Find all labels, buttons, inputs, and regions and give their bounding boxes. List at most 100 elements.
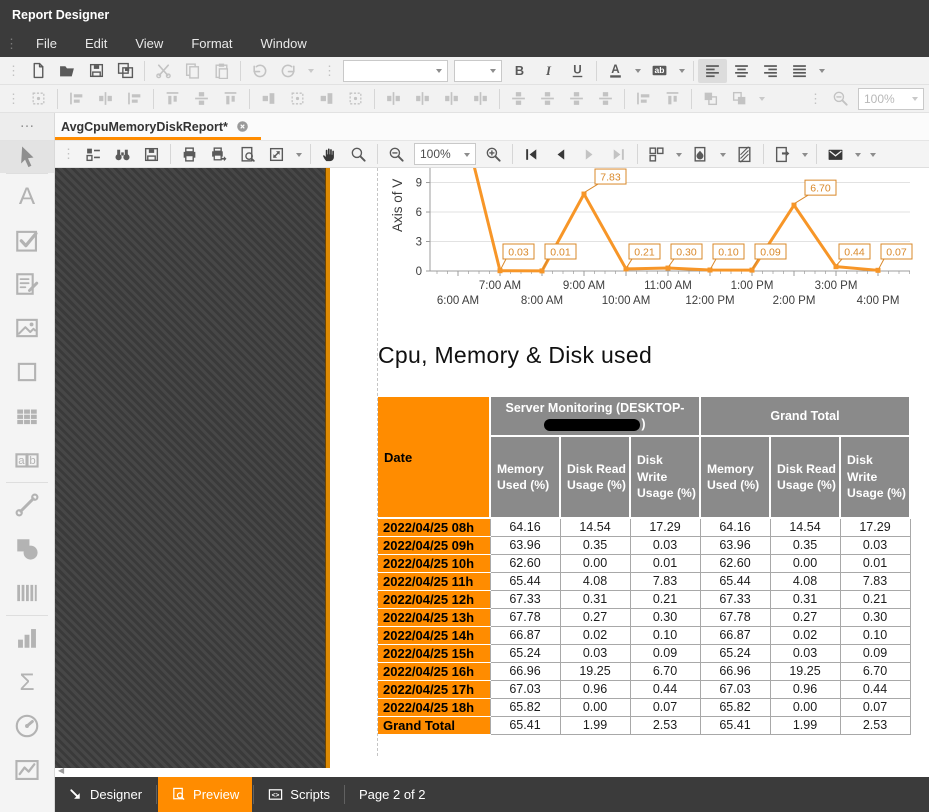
value-cell: 4.08 [560, 572, 630, 590]
font-size-combo[interactable] [454, 60, 502, 82]
highlight-button[interactable]: ab [645, 59, 674, 83]
menubar-grip-handle[interactable]: ⋮ [5, 36, 17, 52]
toolbar-grip-handle[interactable]: ⋮ [809, 91, 821, 107]
print-direct-button[interactable] [204, 143, 233, 166]
make-same-width-button [254, 87, 283, 111]
dropdown-button[interactable] [630, 59, 645, 83]
menu-file[interactable]: File [22, 32, 71, 55]
align-left-button[interactable] [698, 59, 727, 83]
toolbar-grip-handle[interactable]: ⋮ [323, 63, 335, 79]
magnifier-button[interactable] [344, 143, 373, 166]
align-right-button[interactable] [756, 59, 785, 83]
search-button[interactable] [108, 143, 137, 166]
align-center-button[interactable] [727, 59, 756, 83]
toolbox-item-gauge-tool[interactable] [0, 704, 54, 748]
italic-button[interactable]: I [534, 59, 563, 83]
save-preview-button[interactable] [137, 143, 166, 166]
hand-tool-button[interactable] [315, 143, 344, 166]
first-page-button[interactable] [517, 143, 546, 166]
underline-icon: U [569, 62, 586, 79]
multi-page-button[interactable] [642, 143, 671, 166]
tab-close-icon[interactable] [236, 120, 249, 133]
report-designer-window: Report Designer ⋮ FileEditViewFormatWind… [0, 0, 929, 812]
menu-items: FileEditViewFormatWindow [22, 32, 321, 55]
watermark-button[interactable] [730, 143, 759, 166]
titlebar: Report Designer [0, 0, 929, 30]
statusbar-tab-designer[interactable]: Designer [55, 777, 155, 812]
document-tab[interactable]: AvgCpuMemoryDiskReport* [55, 113, 261, 140]
zoom-out-button[interactable] [382, 143, 411, 166]
underline-button[interactable]: U [563, 59, 592, 83]
toolbox-item-chart-tool[interactable] [0, 616, 54, 660]
menu-edit[interactable]: Edit [71, 32, 121, 55]
dropdown-button[interactable] [715, 143, 730, 166]
zoom-in-button[interactable] [479, 143, 508, 166]
toolbox-item-barcode-tool[interactable] [0, 571, 54, 615]
toolbar-separator [310, 144, 311, 164]
toolbar-separator [377, 144, 378, 164]
align-right-icon [762, 62, 779, 79]
print-button[interactable] [175, 143, 204, 166]
horizontal-scrollbar[interactable]: ◀ [55, 768, 929, 777]
toolbox-item-character-comb-tool[interactable]: ab [0, 438, 54, 482]
font-color-button[interactable]: A [601, 59, 630, 83]
toolbox-item-panel-tool[interactable] [0, 350, 54, 394]
toolbox-item-shape-tool[interactable] [0, 527, 54, 571]
dropdown-button[interactable] [865, 143, 880, 166]
zoom-out-button [826, 87, 855, 111]
toolbar-grip-handle[interactable]: ⋮ [7, 63, 19, 79]
export-button[interactable] [768, 143, 797, 166]
new-document-button[interactable] [24, 59, 53, 83]
menu-view[interactable]: View [121, 32, 177, 55]
panel-tool-icon [14, 359, 40, 385]
value-cell: 62.60 [700, 554, 770, 572]
value-cell: 0.01 [630, 554, 700, 572]
dropdown-button[interactable] [291, 143, 306, 166]
dropdown-button[interactable] [850, 143, 865, 166]
toolbox-item-picture-box-tool[interactable] [0, 306, 54, 350]
dropdown-button[interactable] [674, 59, 689, 83]
menu-format[interactable]: Format [177, 32, 246, 55]
chart-x-label: 10:00 AM [602, 295, 651, 307]
scale-button[interactable] [262, 143, 291, 166]
value-cell: 0.96 [770, 680, 840, 698]
mail-button[interactable] [821, 143, 850, 166]
toolbox-item-pivot-grid-tool[interactable]: Σ [0, 660, 54, 704]
toolbox-item-sparkline-tool[interactable] [0, 748, 54, 792]
scroll-left-arrow[interactable]: ◀ [58, 766, 64, 775]
chart-x-label: 8:00 AM [521, 295, 563, 307]
statusbar-tab-scripts[interactable]: <>Scripts [255, 777, 343, 812]
dropdown-button[interactable] [814, 59, 829, 83]
document-map-button[interactable] [79, 143, 108, 166]
toolbox-item-line-tool[interactable] [0, 483, 54, 527]
dropdown-button[interactable] [671, 143, 686, 166]
toolbox-item-rich-text-tool[interactable] [0, 262, 54, 306]
toolbox-item-table-tool[interactable] [0, 394, 54, 438]
page-color-button[interactable] [686, 143, 715, 166]
menu-window[interactable]: Window [246, 32, 320, 55]
align-justify-button[interactable] [785, 59, 814, 83]
page-setup-button[interactable] [233, 143, 262, 166]
align-horizontal-centers-icon [97, 90, 114, 107]
save-button[interactable] [82, 59, 111, 83]
value-cell: 67.03 [700, 680, 770, 698]
open-folder-button[interactable] [53, 59, 82, 83]
value-cell: 65.24 [700, 644, 770, 662]
save-all-button[interactable] [111, 59, 140, 83]
prev-page-button[interactable] [546, 143, 575, 166]
bold-button[interactable]: B [505, 59, 534, 83]
toolbox-item-checkbox-tool[interactable] [0, 218, 54, 262]
toolbar-grip-handle[interactable]: ⋮ [62, 146, 74, 162]
snap-to-grid-icon [30, 90, 47, 107]
value-cell: 2.53 [630, 716, 700, 734]
value-cell: 14.54 [770, 518, 840, 536]
toolbox-item-pointer-tool[interactable] [0, 141, 54, 173]
toolbar-separator [624, 89, 625, 109]
statusbar-tab-preview[interactable]: Preview [158, 777, 252, 812]
toolbox-item-label-tool[interactable]: A [0, 174, 54, 218]
dropdown-button[interactable] [797, 143, 812, 166]
toolbar-grip-handle[interactable]: ⋮ [7, 91, 19, 107]
toolbox-overflow-button[interactable]: … [0, 113, 54, 141]
preview-zoom-combo[interactable]: 100% [414, 143, 476, 165]
font-name-combo[interactable] [343, 60, 448, 82]
